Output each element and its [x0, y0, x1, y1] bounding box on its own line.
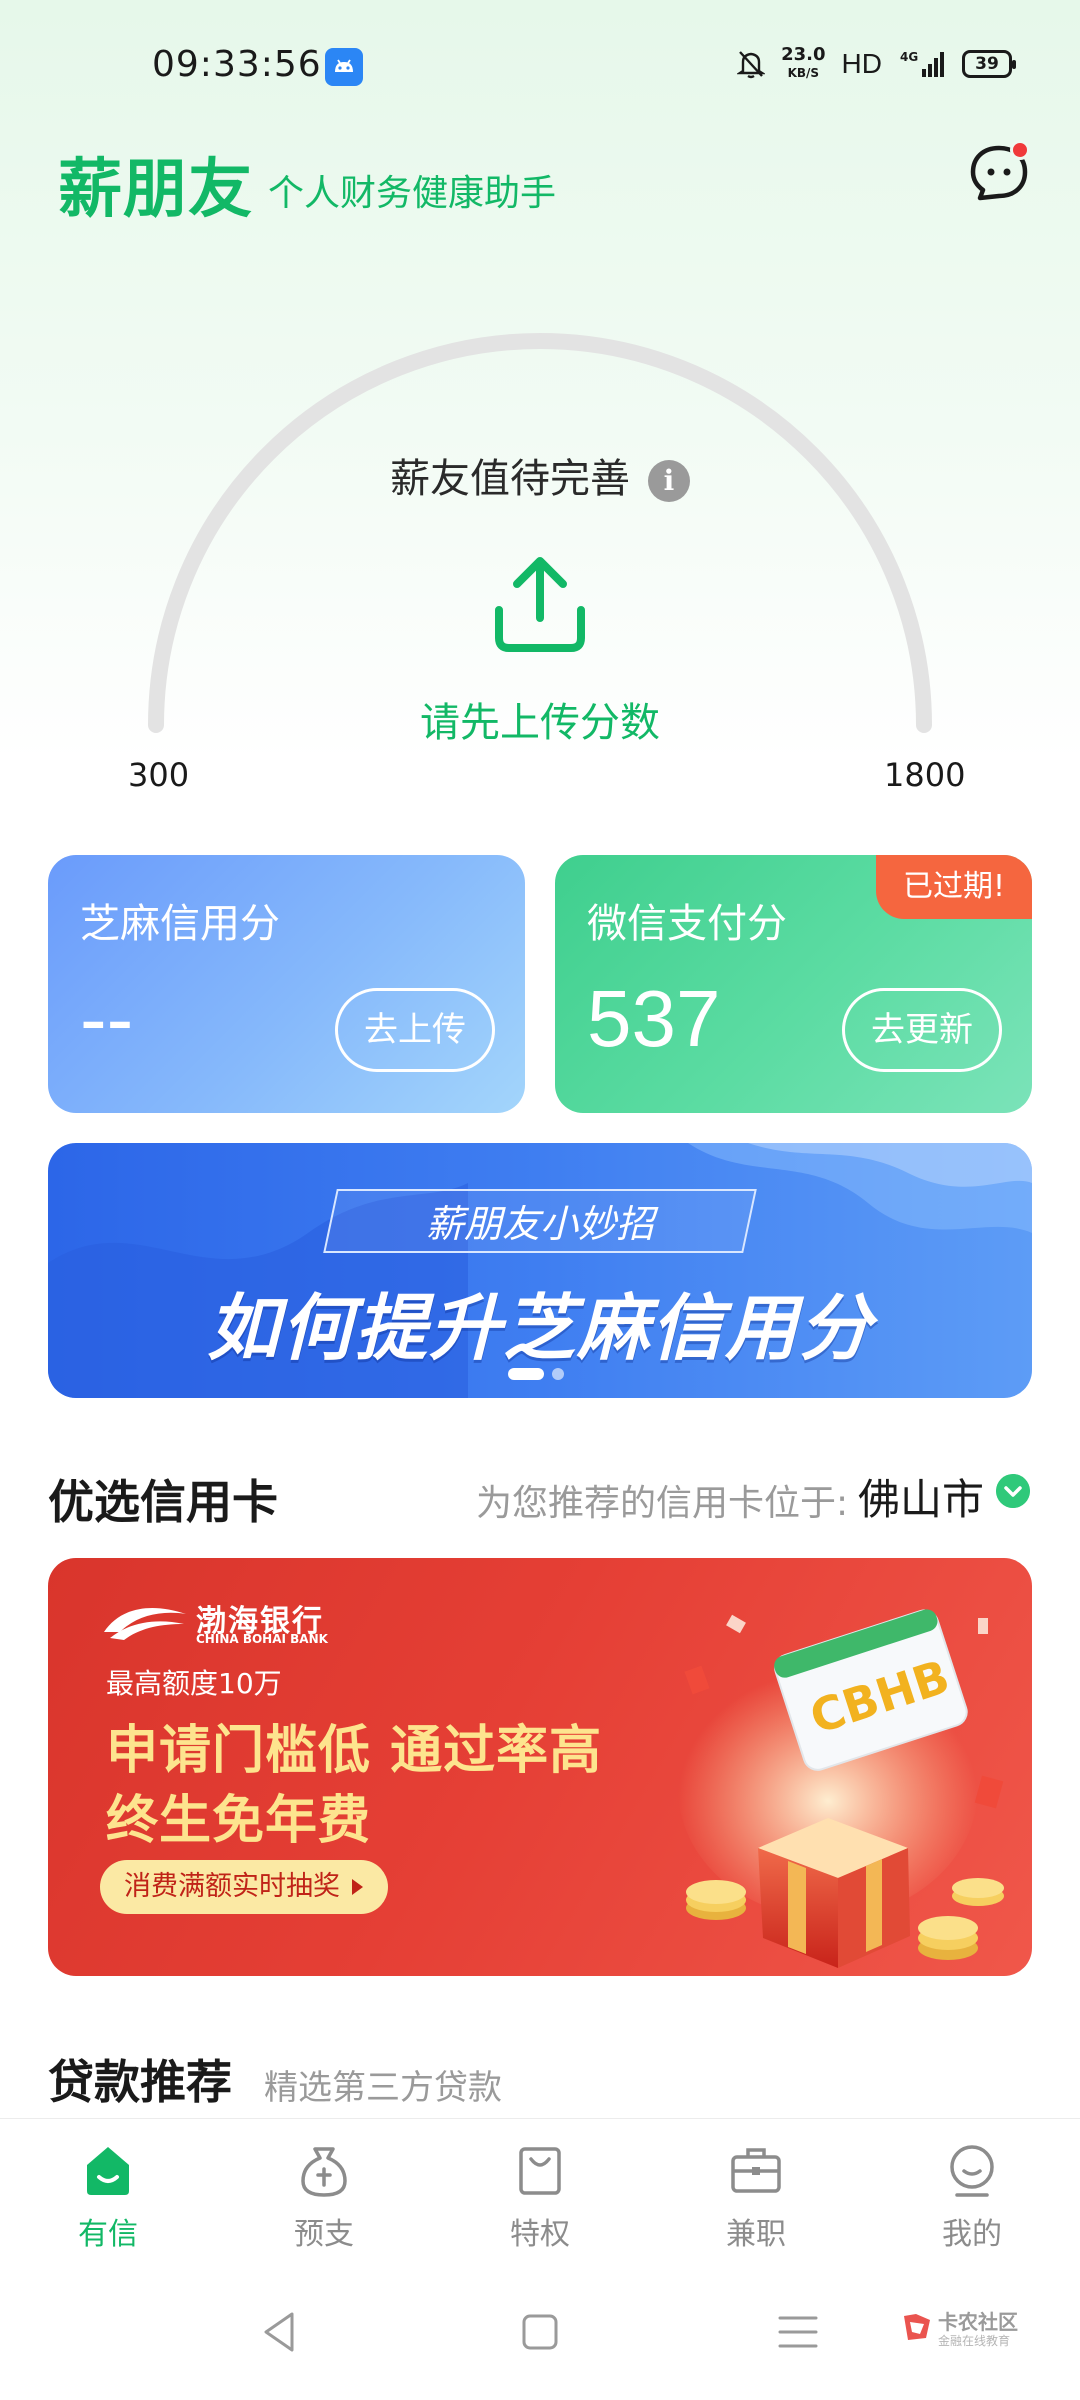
upload-icon[interactable] [485, 550, 595, 660]
speed-unit: KB/S [787, 66, 820, 80]
gauge-title: 薪友值待完善 i [0, 446, 1080, 504]
hd-indicator: HD [841, 48, 882, 79]
gift-box-card-illustration: CBHB [678, 1609, 1004, 1968]
city-selector[interactable]: 佛山市 [858, 1466, 984, 1527]
mute-bell-icon [737, 51, 766, 79]
notification-dot [1010, 140, 1030, 160]
menu-icon[interactable] [774, 2308, 822, 2356]
bohai-bank-logo-icon [104, 1608, 186, 1640]
speed-value: 23.0 [781, 44, 826, 65]
upload-score-link[interactable]: 请先上传分数 [0, 690, 1080, 748]
banner-pagination [508, 1368, 564, 1380]
loan-section-title: 贷款推荐 [48, 2055, 232, 2109]
nav-label-yuzhi: 预支 [294, 2217, 354, 2252]
status-time: 09:33:56 [152, 44, 322, 85]
wechat-update-button[interactable]: 去更新 [842, 988, 1002, 1072]
nav-label-youxin: 有信 [78, 2217, 138, 2252]
zhima-score-card[interactable]: 芝麻信用分 -- 去上传 [48, 855, 525, 1113]
location-hint: 为您推荐的信用卡位于: [476, 1483, 849, 1524]
banner-tag-text: 薪朋友小妙招 [425, 1202, 654, 1246]
battery-icon: 39 [962, 50, 1016, 78]
network-speed: 23.0 KB/S [781, 46, 825, 82]
svg-text:4G: 4G [900, 50, 918, 64]
score-gauge-arc [148, 333, 932, 733]
play-arrow-icon [352, 1879, 363, 1895]
bottom-navigation: 有信 预支 特权 兼职 我的 [0, 2118, 1080, 2268]
pagination-dot-active [508, 1368, 544, 1380]
info-icon[interactable]: i [648, 460, 690, 502]
gauge-title-text: 薪友值待完善 [390, 456, 630, 502]
card-headline-1: 申请门槛低 通过率高 [106, 1721, 603, 1781]
card-limit-text: 最高额度10万 [106, 1667, 282, 1700]
money-bag-icon [301, 2147, 347, 2197]
back-icon[interactable] [256, 2308, 304, 2356]
briefcase-icon [731, 2148, 781, 2193]
signal-icon: 4G [900, 50, 944, 77]
nav-tab-yuzhi[interactable]: 预支 [244, 2139, 404, 2253]
nav-tab-wode[interactable]: 我的 [892, 2139, 1052, 2253]
status-bar: 09:33:56 23.0 KB/S HD 4G 39 [0, 0, 1080, 130]
lottery-cta-button[interactable]: 消费满额实时抽奖 [100, 1860, 388, 1914]
gauge-min-label: 300 [128, 756, 190, 794]
gauge-max-label: 1800 [884, 756, 966, 794]
status-right-cluster: 23.0 KB/S HD 4G 39 [737, 46, 1016, 82]
nav-label-jianzhi: 兼职 [726, 2217, 786, 2252]
android-app-icon [325, 48, 363, 86]
credit-card-section-title: 优选信用卡 [48, 1475, 278, 1529]
wechat-score-card[interactable]: 微信支付分 537 去更新 已过期! [555, 855, 1032, 1113]
wechat-value: 537 [587, 974, 721, 1063]
home-smile-icon [87, 2147, 129, 2195]
shopping-bag-icon [519, 2147, 561, 2195]
home-square-icon[interactable] [516, 2308, 564, 2356]
zhima-value: -- [80, 974, 134, 1063]
check-circle-icon[interactable] [996, 1474, 1030, 1508]
nav-tab-jianzhi[interactable]: 兼职 [676, 2139, 836, 2253]
zhima-upload-button[interactable]: 去上传 [335, 988, 495, 1072]
nav-label-wode: 我的 [942, 2217, 1002, 2252]
expired-badge: 已过期! [876, 855, 1032, 919]
credit-card-ad-banner[interactable]: 渤海银行 CHINA BOHAI BANK 最高额度10万 申请门槛低 通过率高… [48, 1558, 1032, 1976]
banner-title: 如何提升芝麻信用分 [206, 1286, 873, 1370]
nav-label-tequan: 特权 [510, 2217, 570, 2252]
loan-section-subtitle: 精选第三方贷款 [264, 2068, 502, 2108]
wechat-label: 微信支付分 [587, 901, 787, 947]
card-headline-2: 终生免年费 [106, 1791, 372, 1851]
nav-tab-youxin[interactable]: 有信 [28, 2139, 188, 2253]
watermark-sub: 金融在线教育 [938, 2334, 1011, 2348]
app-title: 薪朋友 [58, 153, 253, 227]
app-subtitle: 个人财务健康助手 [268, 173, 557, 214]
watermark-name: 卡农社区 [938, 2310, 1018, 2334]
lottery-cta-label: 消费满额实时抽奖 [124, 1871, 340, 1902]
pagination-dot [552, 1368, 564, 1380]
zhima-label: 芝麻信用分 [80, 901, 280, 947]
profile-icon [950, 2145, 994, 2197]
app-screen: 09:33:56 23.0 KB/S HD 4G 39 薪朋友 个人财务健康助手… [0, 0, 1080, 2400]
bank-name-en: CHINA BOHAI BANK [196, 1632, 328, 1646]
nav-tab-tequan[interactable]: 特权 [460, 2139, 620, 2253]
kanong-logo-icon [904, 2314, 930, 2340]
